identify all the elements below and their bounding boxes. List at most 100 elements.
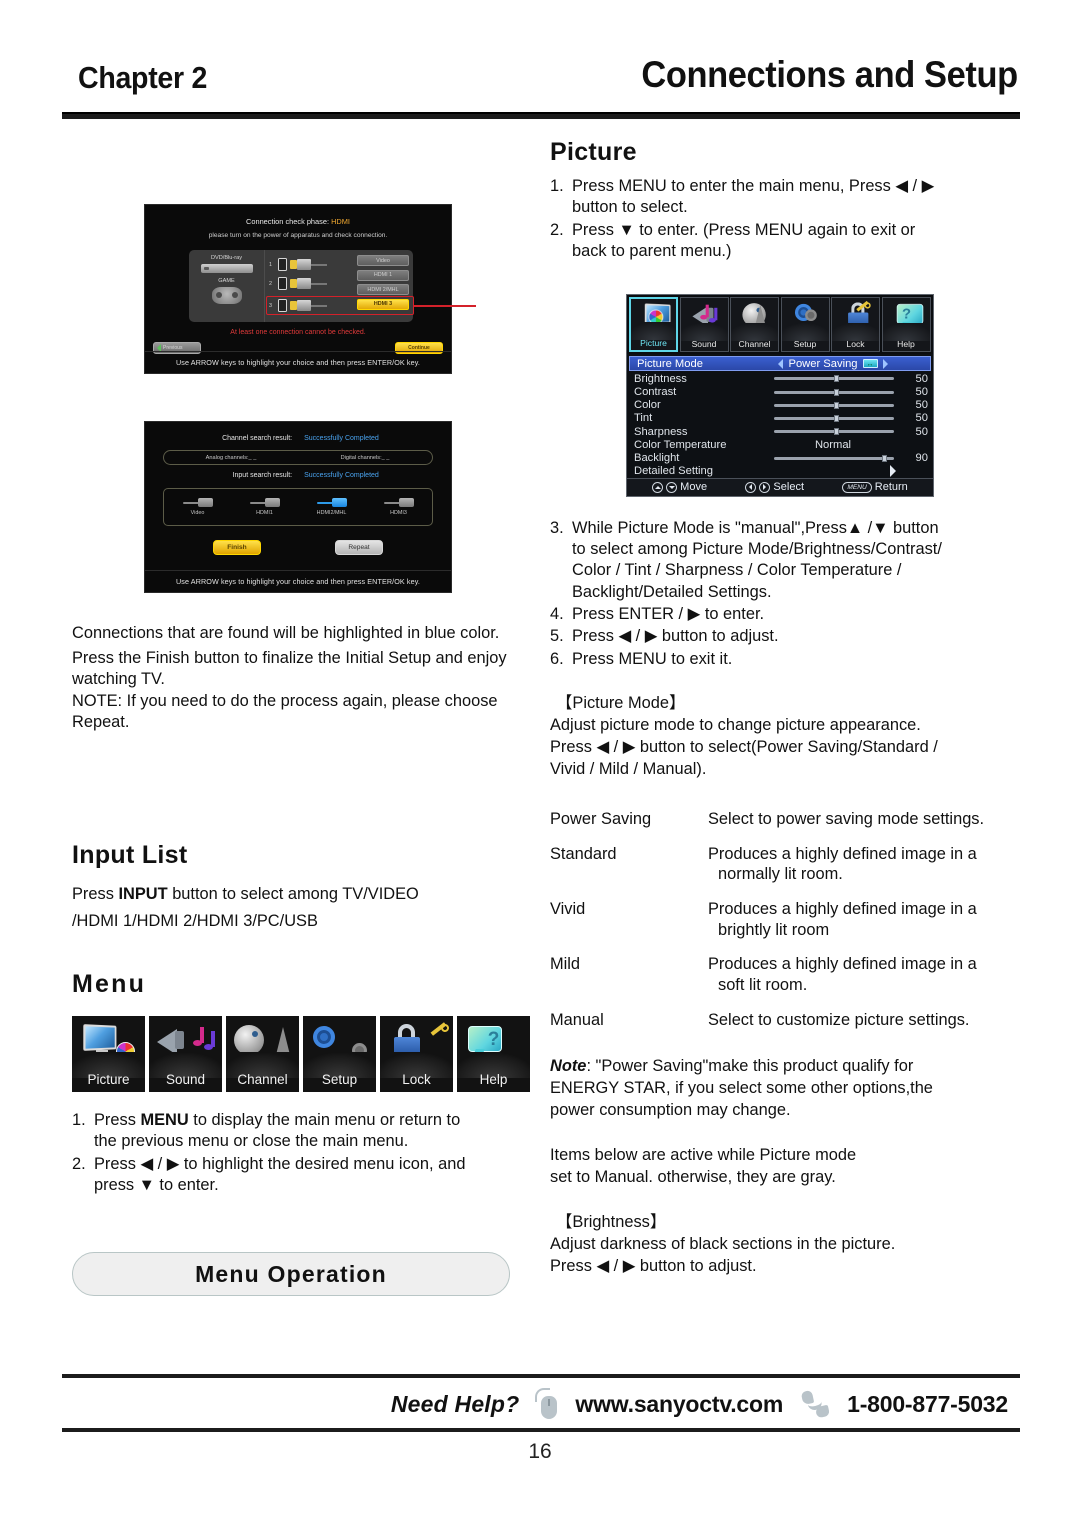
device-label-dvd: DVD/Blu-ray	[210, 255, 243, 261]
input-button-hdmi2[interactable]: HDMI 2/MHL	[357, 284, 409, 295]
down-arrow-icon	[666, 481, 678, 493]
connection-warning: At least one connection cannot be checke…	[230, 329, 366, 336]
up-arrow-icon	[652, 481, 664, 493]
osd-row-sharpness[interactable]: Sharpness 50	[627, 425, 933, 438]
menu-steps: 1. Press MENU to display the main menu o…	[72, 1110, 532, 1196]
menu-icon-label: Picture	[87, 1072, 130, 1087]
osd-tab-help[interactable]: ? Help	[881, 297, 931, 353]
osd-settings-list: Picture Mode Power Saving Brightness 50	[627, 354, 933, 478]
osd-row-backlight[interactable]: Backlight 90	[627, 451, 933, 464]
osd-row-color[interactable]: Color 50	[627, 399, 933, 412]
osd-row-value: Power Saving	[788, 357, 858, 370]
mode-name: Standard	[550, 844, 617, 863]
ports-column: 1 2 3	[265, 250, 476, 322]
osd-row-brightness[interactable]: Brightness 50	[627, 372, 933, 385]
input-jack-video: Video	[164, 498, 231, 516]
osd-tab-setup[interactable]: Setup	[780, 297, 830, 353]
video-jack-icon	[182, 498, 213, 507]
energy-star-note: Note: "Power Saving"make this product qu…	[550, 1056, 1020, 1121]
menu-key-icon: MENU	[842, 481, 872, 493]
menu-operation-label: Menu Operation	[195, 1260, 387, 1287]
osd-row-tint[interactable]: Tint 50	[627, 412, 933, 425]
repeat-button[interactable]: Repeat	[335, 540, 383, 555]
connection-check-phase: Connection check phase: HDMI	[246, 217, 350, 226]
contrast-slider[interactable]	[774, 388, 894, 396]
note-paragraph-1: Connections that are found will be highl…	[72, 624, 500, 642]
input-button-hdmi1[interactable]: HDMI 1	[357, 269, 409, 281]
brightness-slider[interactable]	[774, 375, 894, 383]
input-jack-hdmi1: HDMI1	[231, 498, 298, 516]
input-list-line1: Press INPUT button to select among TV/VI…	[72, 885, 419, 903]
osd-row-detailed-setting[interactable]: Detailed Setting	[627, 465, 933, 478]
menu-icon-help[interactable]: ? Help	[457, 1016, 530, 1092]
chapter-label: Chapter 2	[78, 60, 208, 95]
menu-operation-banner: Menu Operation	[72, 1252, 510, 1297]
osd-row-picture-mode[interactable]: Picture Mode Power Saving	[629, 356, 931, 372]
hdmi1-jack-icon	[249, 498, 280, 507]
hdmi-plug-icon	[290, 278, 327, 289]
osd-tab-picture[interactable]: Picture	[629, 297, 678, 353]
input-button-hdmi3[interactable]: HDMI 3	[357, 298, 409, 310]
input-jack-label: Video	[190, 510, 205, 516]
osd-row-value: Normal	[814, 438, 852, 451]
osd-row-label: Sharpness	[634, 425, 688, 438]
picture-step-6: 6. Press MENU to exit it.	[550, 649, 733, 668]
port-number-1: 1	[269, 261, 272, 268]
brightness-block-line1: Adjust darkness of black sections in the…	[550, 1235, 896, 1254]
color-slider[interactable]	[774, 401, 894, 409]
table-row: Mild Produces a highly defined image in …	[550, 954, 1020, 995]
connection-check-instruction: please turn on the power of apparatus an…	[208, 232, 388, 239]
menu-icon-channel[interactable]: Channel	[226, 1016, 299, 1092]
osd-row-color-temperature[interactable]: Color Temperature Normal	[627, 438, 933, 451]
picture-heading: Picture	[550, 138, 637, 166]
sharpness-slider[interactable]	[774, 428, 894, 436]
osd-row-value: 90	[915, 452, 928, 465]
menu-icon-picture[interactable]: Picture	[72, 1016, 145, 1092]
menu-icon-lock[interactable]: Lock	[380, 1016, 453, 1092]
osd-row-contrast[interactable]: Contrast 50	[627, 386, 933, 399]
left-arrow-icon[interactable]	[778, 358, 784, 369]
hdmi-plug-icon	[290, 259, 327, 270]
osd-tab-label: Lock	[846, 339, 865, 350]
osd-tab-channel[interactable]: Channel	[730, 297, 779, 353]
mode-desc-cont: normally lit room.	[718, 865, 843, 884]
input-jack-label: HDMI2/MHL	[316, 510, 347, 516]
menu-icon-sound[interactable]: Sound	[149, 1016, 222, 1092]
footer-divider-top	[62, 1374, 1020, 1378]
osd-tab-lock[interactable]: Lock	[831, 297, 880, 353]
menu-icon-label: Setup	[321, 1072, 358, 1087]
brightness-block: 【Brightness】 Adjust darkness of black se…	[550, 1212, 1020, 1277]
osd-navigation-bar: Move Select MENU Return	[627, 477, 933, 496]
hdmi-port-icon	[278, 258, 287, 271]
finish-button[interactable]: Finish	[213, 540, 261, 555]
brightness-block-title: 【Brightness】	[556, 1213, 667, 1232]
input-search-result-value: Successfully Completed	[304, 472, 379, 479]
brightness-block-line2: Press ◀ / ▶ button to adjust.	[550, 1257, 757, 1276]
backlight-slider[interactable]	[774, 454, 894, 462]
picture-mode-table: Power Saving Select to power saving mode…	[550, 809, 1020, 1030]
submenu-arrow-icon	[890, 465, 896, 478]
input-button-video[interactable]: Video	[357, 255, 409, 266]
osd-row-label: Backlight	[634, 452, 680, 465]
input-jack-label: HDMI1	[256, 510, 273, 516]
right-arrow-icon[interactable]	[882, 358, 888, 369]
menu-icon-setup[interactable]: Setup	[303, 1016, 376, 1092]
table-row: Power Saving Select to power saving mode…	[550, 809, 1020, 830]
hdmi2-jack-icon-active	[316, 498, 347, 507]
header-divider	[62, 112, 1020, 119]
mode-name: Mild	[550, 955, 581, 974]
picture-steps-1-2: 1. Press MENU to enter the main menu, Pr…	[550, 176, 1020, 262]
menu-icon-label: Lock	[402, 1072, 431, 1087]
website-link[interactable]: www.sanyoctv.com	[575, 1391, 783, 1418]
osd-nav-label: Select	[773, 481, 804, 494]
osd-tab-label: Setup	[793, 339, 817, 350]
osd-row-value: 50	[915, 399, 928, 412]
menu-heading: Menu	[72, 970, 147, 998]
port-row-1: 1	[269, 256, 357, 273]
gamepad-icon	[211, 287, 242, 304]
page-footer: Need Help? www.sanyoctv.com 1-800-877-50…	[62, 1382, 1020, 1426]
selection-connector-line	[414, 305, 476, 307]
tint-slider[interactable]	[774, 414, 894, 422]
osd-tab-sound[interactable]: Sound	[679, 297, 729, 353]
picture-mode-block-line3: Vivid / Mild / Manual).	[550, 760, 707, 779]
